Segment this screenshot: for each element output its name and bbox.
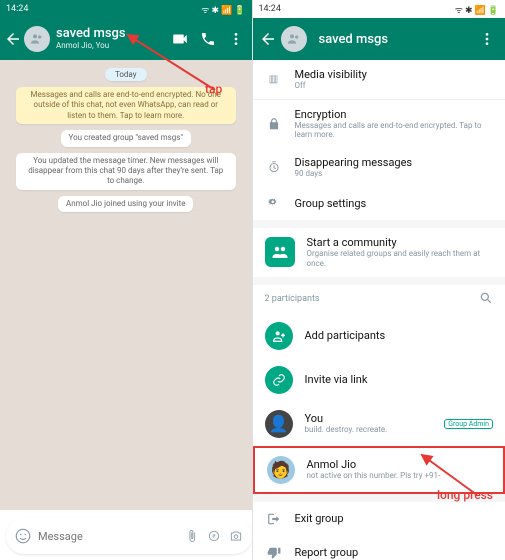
chat-title-block[interactable]: saved msgs Anmol Jio, You <box>56 27 164 50</box>
timer-chip[interactable]: You updated the message timer. New messa… <box>16 153 236 190</box>
e2e-chip[interactable]: Messages and calls are end-to-end encryp… <box>16 87 236 124</box>
status-bar: 14:24 ᯤ✱📶🔋 <box>0 0 252 18</box>
video-call-button[interactable] <box>168 27 192 51</box>
back-icon[interactable] <box>4 30 22 48</box>
timer-icon <box>265 158 283 176</box>
row-media-visibility[interactable]: ▥ Media visibilityOff <box>253 60 505 99</box>
more-button-right[interactable] <box>475 27 499 51</box>
back-icon-right[interactable] <box>259 30 277 48</box>
admin-badge: Group Admin <box>444 419 493 429</box>
exit-icon <box>265 510 283 528</box>
attach-icon[interactable] <box>184 528 200 544</box>
avatar-anmol: 🧑 <box>267 456 295 484</box>
row-add-participants[interactable]: Add participants <box>253 314 505 358</box>
voice-call-button[interactable] <box>196 27 220 51</box>
chat-header[interactable]: saved msgs Anmol Jio, You <box>0 18 252 60</box>
row-group-settings[interactable]: Group settings <box>253 186 505 220</box>
row-invite-link[interactable]: Invite via link <box>253 358 505 402</box>
row-start-community[interactable]: Start a communityOrganise related groups… <box>253 228 505 276</box>
status-icons-right: ᯤ✱📶🔋 <box>453 3 499 16</box>
gear-icon <box>265 194 283 212</box>
message-box[interactable]: ₹ <box>6 518 252 554</box>
row-disappearing[interactable]: Disappearing messages90 days <box>253 148 505 187</box>
status-time: 14:24 <box>6 4 28 14</box>
row-report-group[interactable]: Report group <box>253 536 505 560</box>
row-encryption[interactable]: EncryptionMessages and calls are end-to-… <box>253 100 505 148</box>
add-person-icon <box>265 322 293 350</box>
chat-body: Today Messages and calls are end-to-end … <box>0 60 252 510</box>
more-button[interactable] <box>224 27 248 51</box>
thumbs-down-icon <box>265 544 283 560</box>
row-participant-anmol[interactable]: 🧑 Anmol Jionot active on this number. Pl… <box>253 446 505 494</box>
camera-icon[interactable] <box>228 528 244 544</box>
date-chip: Today <box>105 68 147 81</box>
avatar-you: 👤 <box>265 410 293 438</box>
row-participant-you[interactable]: 👤 Youbuild. destroy. recreate. Group Adm… <box>253 402 505 446</box>
emoji-icon[interactable] <box>14 527 32 545</box>
status-icons: ᯤ✱📶🔋 <box>199 3 245 16</box>
group-avatar-right[interactable] <box>281 26 307 52</box>
group-info-header: saved msgs <box>253 18 505 60</box>
rupee-icon[interactable]: ₹ <box>206 528 222 544</box>
image-icon: ▥ <box>265 70 283 88</box>
chat-subtitle: Anmol Jio, You <box>56 42 164 51</box>
status-bar-right: 14:24 ᯤ✱📶🔋 <box>253 0 505 18</box>
participants-header: 2 participants <box>253 285 505 314</box>
svg-text:₹: ₹ <box>212 533 215 540</box>
created-chip: You created group "saved msgs" <box>61 130 191 146</box>
message-input[interactable] <box>32 530 184 543</box>
group-avatar[interactable] <box>24 26 50 52</box>
settings-list: ▥ Media visibilityOff EncryptionMessages… <box>253 60 505 560</box>
group-info-title: saved msgs <box>319 32 472 47</box>
input-bar: ₹ <box>6 518 246 554</box>
chat-title: saved msgs <box>56 27 164 41</box>
community-icon <box>265 237 295 267</box>
link-icon <box>265 366 293 394</box>
row-exit-group[interactable]: Exit group <box>253 502 505 536</box>
search-icon[interactable] <box>479 291 493 308</box>
lock-icon <box>265 115 283 133</box>
joined-chip: Anmol Jio joined using your invite <box>58 196 193 212</box>
status-time-right: 14:24 <box>259 4 281 14</box>
